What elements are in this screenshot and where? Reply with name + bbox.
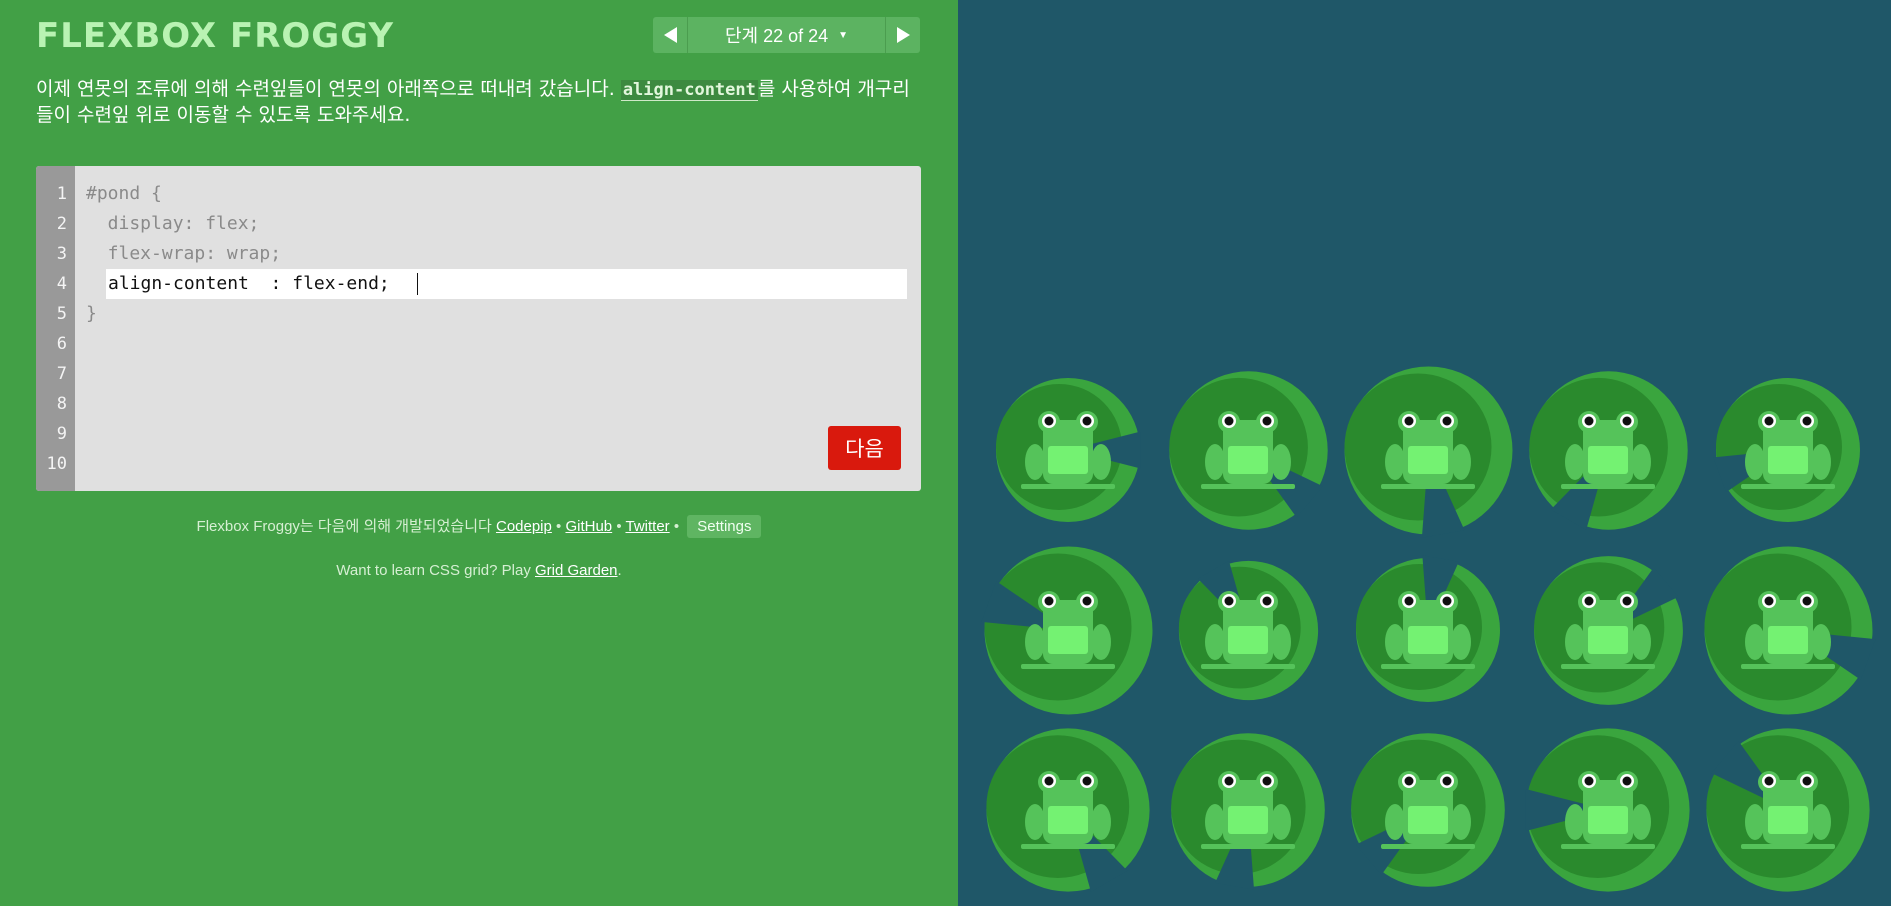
codepip-link[interactable]: Codepip bbox=[496, 518, 552, 535]
line-number: 2 bbox=[56, 214, 67, 234]
line-number: 3 bbox=[56, 244, 67, 264]
line-number: 5 bbox=[56, 304, 67, 324]
app: FLEXBOX FROGGY 단계 22 of 24 ▼ 이제 연못의 조류에 … bbox=[0, 0, 1891, 906]
frog bbox=[1741, 411, 1835, 489]
separator: • bbox=[669, 518, 684, 535]
frog bbox=[1021, 591, 1115, 669]
frog bbox=[1021, 411, 1115, 489]
level-navigation: 단계 22 of 24 ▼ bbox=[653, 17, 920, 53]
frog bbox=[1561, 771, 1655, 849]
logo-title: FLEXBOX FROGGY bbox=[36, 16, 394, 56]
line-number: 9 bbox=[56, 424, 67, 444]
instructions-text-before: 이제 연못의 조류에 의해 수련잎들이 연못의 아래쪽으로 떠내려 갔습니다. bbox=[36, 78, 621, 100]
pond bbox=[958, 0, 1891, 906]
separator: • bbox=[612, 518, 626, 535]
github-link[interactable]: GitHub bbox=[565, 518, 612, 535]
instructions: 이제 연못의 조류에 의해 수련잎들이 연못의 아래쪽으로 떠내려 갔습니다. … bbox=[36, 77, 926, 128]
frog bbox=[1561, 411, 1655, 489]
code-input-field[interactable]: align-content : flex-end; bbox=[106, 269, 907, 299]
frog bbox=[1381, 591, 1475, 669]
line-number: 8 bbox=[56, 394, 67, 414]
code-line: display: flex; bbox=[86, 213, 260, 234]
frog bbox=[1381, 771, 1475, 849]
grid-garden-promo: Want to learn CSS grid? Play Grid Garden… bbox=[0, 562, 958, 579]
settings-button[interactable]: Settings bbox=[687, 515, 762, 538]
frog bbox=[1741, 771, 1835, 849]
text-cursor bbox=[417, 273, 418, 295]
level-label: 단계 22 of 24 bbox=[724, 26, 829, 46]
code-input-value[interactable]: align-content : flex-end; bbox=[108, 269, 390, 299]
arrow-right-icon bbox=[896, 27, 910, 43]
next-button[interactable]: 다음 bbox=[828, 426, 901, 470]
line-number: 6 bbox=[56, 334, 67, 354]
previous-level-button[interactable] bbox=[653, 17, 688, 53]
line-number: 7 bbox=[56, 364, 67, 384]
code-line: } bbox=[86, 303, 97, 324]
arrow-left-icon bbox=[663, 27, 677, 43]
separator: • bbox=[551, 518, 566, 535]
code-line: #pond { bbox=[86, 183, 162, 204]
frog bbox=[1381, 411, 1475, 489]
grid-garden-link[interactable]: Grid Garden bbox=[535, 562, 618, 579]
line-number: 10 bbox=[46, 454, 67, 474]
credits: Flexbox Froggy는 다음에 의해 개발되었습니다 Codepip •… bbox=[0, 515, 958, 538]
instructions-keyword: align-content bbox=[620, 80, 758, 101]
level-indicator[interactable]: 단계 22 of 24 ▼ bbox=[688, 17, 885, 53]
next-level-arrow-button[interactable] bbox=[885, 17, 920, 53]
promo-text: Want to learn CSS grid? Play bbox=[336, 562, 535, 579]
frog bbox=[1201, 411, 1295, 489]
line-number: 1 bbox=[56, 184, 67, 204]
line-number-gutter: 1 2 3 4 5 6 7 8 9 10 bbox=[36, 166, 75, 491]
frog bbox=[1201, 771, 1295, 849]
code-line: flex-wrap: wrap; bbox=[86, 243, 282, 264]
promo-end: . bbox=[617, 562, 622, 579]
frog bbox=[1741, 591, 1835, 669]
credits-text: Flexbox Froggy는 다음에 의해 개발되었습니다 bbox=[196, 518, 492, 535]
frog bbox=[1201, 591, 1295, 669]
caret-down-icon: ▼ bbox=[838, 29, 849, 41]
css-editor: 1 2 3 4 5 6 7 8 9 10 #pond { display: fl… bbox=[36, 166, 921, 491]
twitter-link[interactable]: Twitter bbox=[625, 518, 669, 535]
line-number: 4 bbox=[56, 274, 67, 294]
sidebar: FLEXBOX FROGGY 단계 22 of 24 ▼ 이제 연못의 조류에 … bbox=[0, 0, 958, 906]
frog bbox=[1561, 591, 1655, 669]
frog bbox=[1021, 771, 1115, 849]
